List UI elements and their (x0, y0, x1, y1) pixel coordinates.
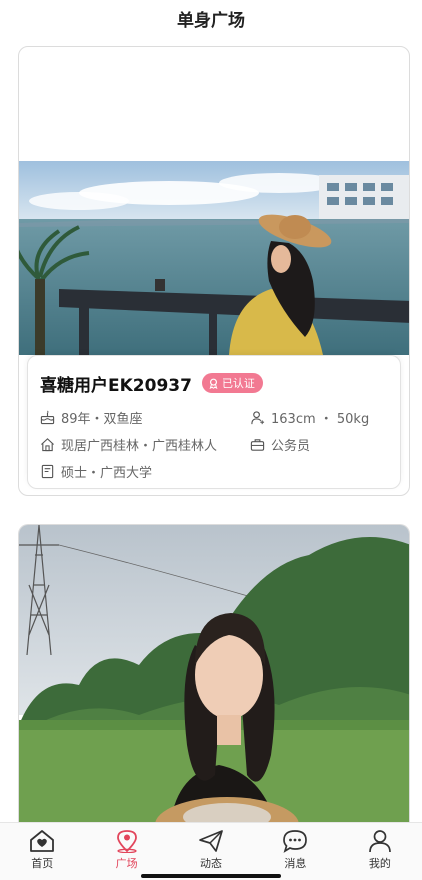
profile-details: 89年・双鱼座 163cm ・ 50kg 现居广西桂林・广西桂林人 公务员 硕士… (40, 404, 388, 485)
tab-label: 我的 (368, 857, 391, 870)
user-name: 喜糖用户EK20937 (40, 375, 192, 396)
tab-home[interactable]: 首页 (0, 823, 84, 880)
birth-text: 89年・双鱼座 (61, 412, 143, 427)
details-row: 现居广西桂林・广西桂林人 公务员 (40, 431, 388, 458)
location-pin-icon (116, 830, 137, 853)
tab-label: 首页 (31, 857, 54, 870)
residence-text: 现居广西桂林・广西桂林人 (61, 439, 218, 454)
paper-plane-icon (199, 830, 223, 852)
profile-card[interactable] (18, 524, 410, 822)
tab-profile[interactable]: 我的 (338, 823, 422, 880)
top-bar: 单身广场 (0, 0, 422, 36)
tab-label: 动态 (200, 857, 223, 870)
tab-label: 消息 (284, 857, 307, 870)
profile-card[interactable]: 喜糖用户EK20937 已认证 89年・双鱼座 163cm ・ 50kg 现居广… (18, 46, 410, 496)
person-measure-icon (251, 411, 265, 425)
home-heart-icon (30, 830, 55, 852)
lakeside-photo-illustration (19, 161, 409, 355)
app-root: 单身广场 喜糖用户EK20937 已认证 89年・双鱼座 163cm ・ 50k… (0, 0, 422, 880)
tab-square[interactable]: 广场 (84, 823, 168, 880)
tab-moments[interactable]: 动态 (169, 823, 253, 880)
home-indicator (141, 874, 281, 878)
tab-messages[interactable]: 消息 (253, 823, 337, 880)
education-text: 硕士・广西大学 (61, 466, 153, 481)
body-info: 163cm ・ 50kg (250, 408, 369, 427)
page-title: 单身广场 (177, 10, 245, 31)
residence-info: 现居广西桂林・广西桂林人 (40, 435, 250, 454)
job-info: 公务员 (250, 435, 310, 454)
verified-badge: 已认证 (201, 373, 263, 393)
body-text: 163cm ・ 50kg (271, 412, 370, 427)
profile-photo[interactable] (19, 161, 409, 355)
profile-feed[interactable]: 喜糖用户EK20937 已认证 89年・双鱼座 163cm ・ 50kg 现居广… (0, 36, 422, 822)
book-icon (41, 464, 54, 479)
details-row: 89年・双鱼座 163cm ・ 50kg (40, 404, 388, 431)
birthday-cake-icon (40, 410, 55, 425)
education-info: 硕士・广西大学 (40, 462, 250, 481)
profile-photo[interactable] (19, 525, 409, 822)
briefcase-icon (250, 439, 265, 451)
bottom-tab-bar: 首页 广场 动态 消息 我的 (0, 822, 422, 880)
park-photo-illustration (19, 525, 409, 822)
verified-label: 已认证 (221, 377, 255, 390)
house-icon (41, 438, 54, 452)
tab-label: 广场 (115, 857, 138, 870)
birth-info: 89年・双鱼座 (40, 408, 250, 427)
details-row: 硕士・广西大学 (40, 458, 388, 485)
person-icon (368, 830, 391, 853)
profile-info-panel: 喜糖用户EK20937 已认证 89年・双鱼座 163cm ・ 50kg 现居广… (27, 355, 401, 489)
job-text: 公务员 (271, 439, 311, 454)
chat-bubble-icon (283, 830, 308, 853)
ribbon-icon (209, 378, 218, 389)
name-row: 喜糖用户EK20937 已认证 (40, 370, 388, 396)
